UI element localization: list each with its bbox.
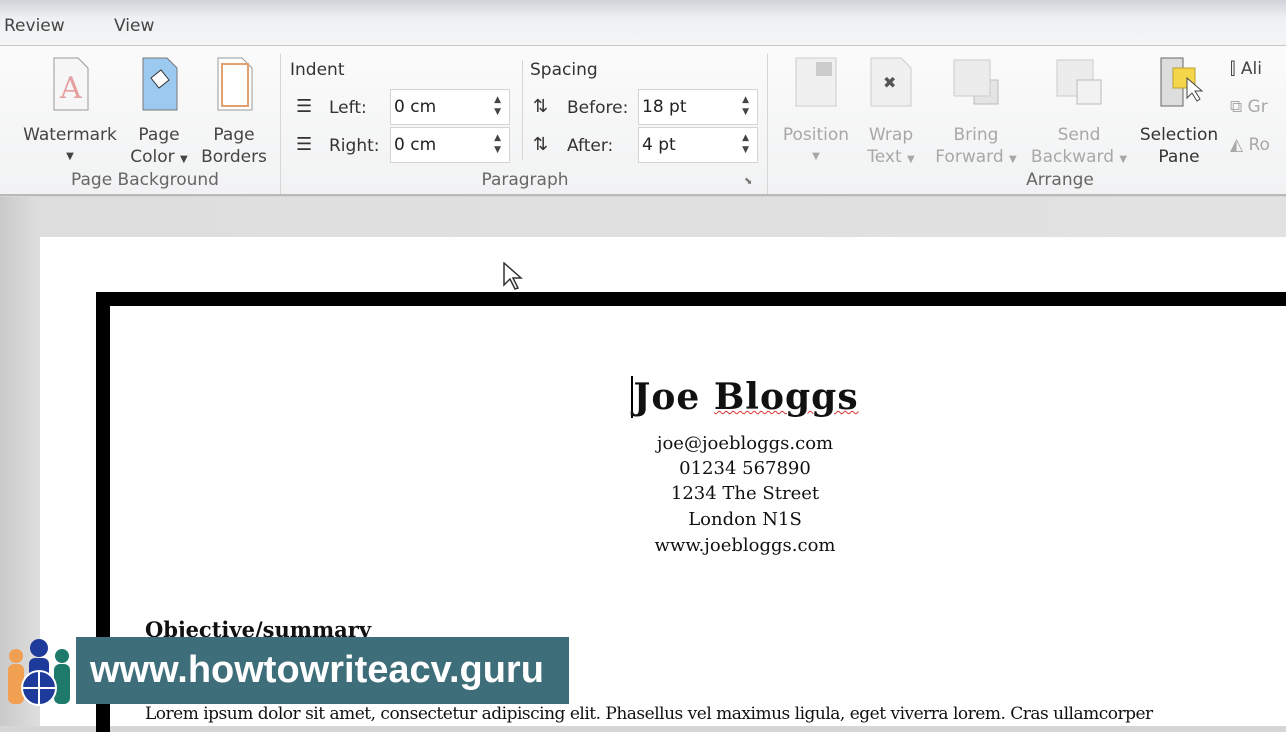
ribbon-tabs: Review View bbox=[0, 0, 1286, 46]
cv-city: London N1S bbox=[688, 509, 802, 530]
watermark-button[interactable]: A Watermark ▼ bbox=[18, 56, 122, 168]
wrap-text-button[interactable]: ✖ Wrap Text ▼ bbox=[860, 56, 922, 171]
spacing-after-label: After: bbox=[567, 136, 614, 156]
page-color-button[interactable]: Page Color ▼ bbox=[124, 56, 194, 171]
dialog-launcher-icon[interactable]: ⬊ bbox=[744, 176, 752, 187]
mouse-cursor-icon bbox=[503, 262, 523, 290]
position-icon bbox=[795, 57, 837, 107]
cv-name[interactable]: Joe Bloggs bbox=[600, 376, 890, 418]
indent-heading: Indent bbox=[290, 60, 345, 80]
watermark-banner: www.howtowriteacv.guru bbox=[76, 637, 569, 704]
watermark-icon: A bbox=[53, 57, 89, 111]
send-backward-button[interactable]: Send Backward ▼ bbox=[1026, 56, 1132, 171]
spacing-before-icon: ⇅ bbox=[533, 96, 549, 117]
send-backward-icon bbox=[1056, 59, 1102, 105]
cv-email: joe@joebloggs.com bbox=[656, 433, 834, 454]
spinner-arrows-icon[interactable]: ▲ ▼ bbox=[494, 94, 501, 118]
indent-right-input[interactable]: 0 cm ▲ ▼ bbox=[390, 127, 510, 163]
divider bbox=[522, 60, 523, 160]
rotate-icon: ◭ bbox=[1230, 135, 1244, 155]
tab-view[interactable]: View bbox=[114, 16, 154, 36]
page-borders-button[interactable]: Page Borders bbox=[198, 56, 270, 168]
page-borders-icon bbox=[217, 57, 253, 111]
group-icon: ⧉ bbox=[1230, 97, 1243, 117]
align-button[interactable]: ⫿ Ali bbox=[1230, 58, 1262, 80]
indent-left-label: Left: bbox=[329, 98, 367, 118]
group-label-arrange: Arrange bbox=[1026, 170, 1094, 190]
align-icon: ⫿ bbox=[1230, 59, 1236, 79]
spinner-arrows-icon[interactable]: ▲ ▼ bbox=[742, 132, 749, 156]
wrap-text-icon: ✖ bbox=[870, 57, 912, 107]
spacing-before-input[interactable]: 18 pt ▲ ▼ bbox=[638, 89, 758, 125]
cv-website: www.joebloggs.com bbox=[654, 535, 836, 556]
indent-left-icon: ☰ bbox=[296, 96, 313, 117]
spacing-before-label: Before: bbox=[567, 98, 629, 118]
bring-forward-icon bbox=[953, 59, 999, 105]
indent-right-icon: ☰ bbox=[296, 134, 313, 155]
selection-pane-icon bbox=[1160, 57, 1204, 107]
group-label-page-background: Page Background bbox=[71, 170, 219, 190]
cv-body-text: Lorem ipsum dolor sit amet, consectetur … bbox=[145, 704, 1153, 724]
spacing-after-icon: ⇅ bbox=[533, 134, 549, 155]
group-button[interactable]: ⧉ Gr bbox=[1230, 96, 1268, 118]
spinner-arrows-icon[interactable]: ▲ ▼ bbox=[494, 132, 501, 156]
selection-pane-button[interactable]: Selection Pane bbox=[1134, 56, 1224, 168]
svg-text:✖: ✖ bbox=[883, 73, 896, 92]
spacing-after-input[interactable]: 4 pt ▲ ▼ bbox=[638, 127, 758, 163]
indent-right-label: Right: bbox=[329, 136, 380, 156]
tab-review[interactable]: Review bbox=[4, 16, 65, 36]
divider bbox=[280, 54, 281, 194]
position-button[interactable]: Position ▼ bbox=[776, 56, 856, 168]
svg-text:A: A bbox=[59, 71, 82, 106]
spacing-heading: Spacing bbox=[530, 60, 598, 80]
bring-forward-button[interactable]: Bring Forward ▼ bbox=[928, 56, 1024, 171]
cv-street: 1234 The Street bbox=[670, 483, 820, 504]
logo-icon bbox=[8, 639, 70, 706]
rotate-button[interactable]: ◭ Ro bbox=[1230, 134, 1270, 156]
divider bbox=[767, 54, 768, 194]
paint-bucket-icon bbox=[142, 57, 178, 111]
indent-left-input[interactable]: 0 cm ▲ ▼ bbox=[390, 89, 510, 125]
ribbon: A Watermark ▼ Page Color ▼ Page Borders Pag… bbox=[0, 46, 1286, 196]
cv-phone: 01234 567890 bbox=[679, 458, 811, 479]
spinner-arrows-icon[interactable]: ▲ ▼ bbox=[742, 94, 749, 118]
group-label-paragraph: Paragraph bbox=[481, 170, 569, 190]
